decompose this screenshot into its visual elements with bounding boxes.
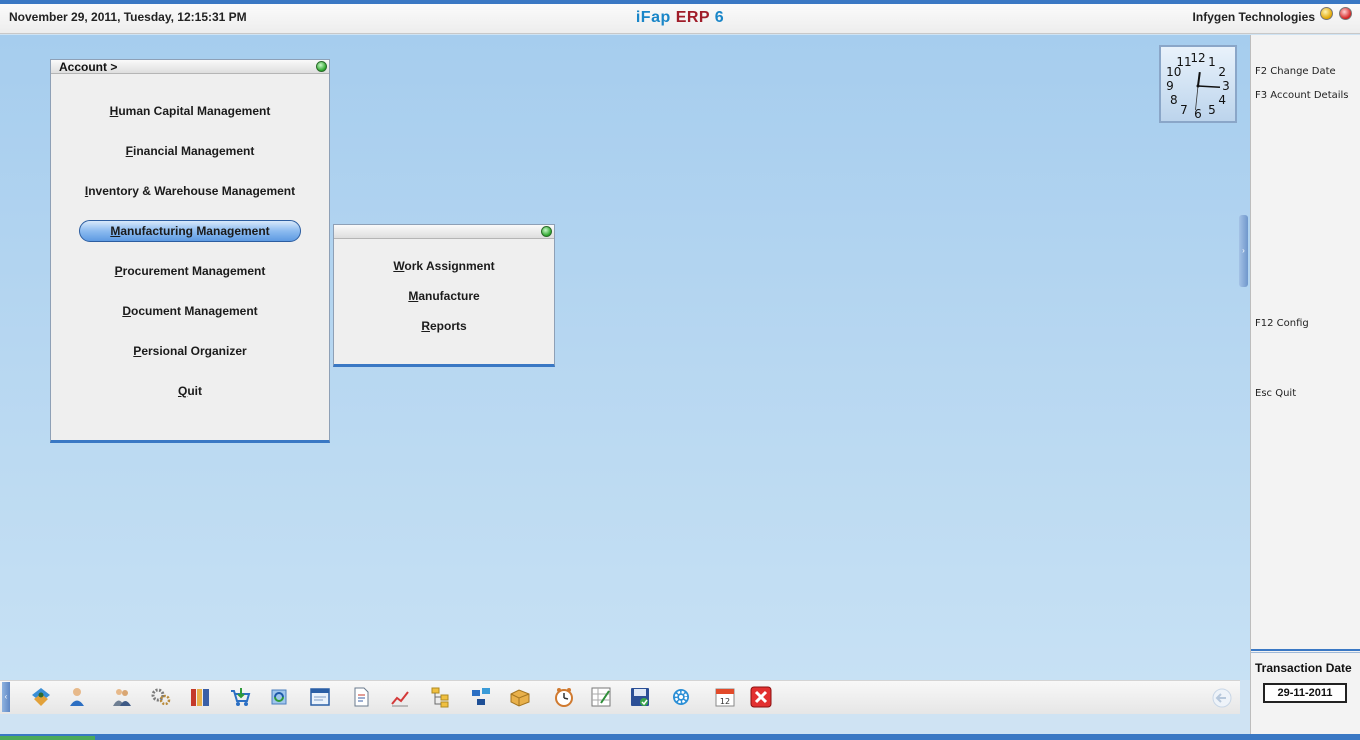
shortcut-panel: F2 Change Date F3 Account Details F12 Co… [1250, 35, 1360, 735]
main-menu-panel: Account > Human Capital Management Finan… [50, 59, 330, 443]
menu-item-manufacturing[interactable]: Manufacturing Management [79, 220, 301, 242]
close-window-button[interactable] [1339, 7, 1352, 20]
transaction-date-field[interactable]: 29-11-2011 [1263, 683, 1347, 703]
menu-item-personal-organizer[interactable]: Persional Organizer [79, 341, 301, 363]
submenu-item-manufacture[interactable]: Manufacture [354, 286, 534, 308]
status-dot-icon[interactable] [541, 226, 552, 237]
status-dot-icon[interactable] [316, 61, 327, 72]
clock-numeral: 5 [1208, 103, 1216, 117]
folder-icon[interactable] [509, 686, 531, 708]
calendar-icon[interactable]: 12 [714, 686, 736, 708]
shortcut-quit[interactable]: Esc Quit [1255, 388, 1296, 399]
clock-numeral: 1 [1208, 55, 1216, 69]
organization-icon[interactable] [30, 686, 52, 708]
cart-icon[interactable] [229, 686, 251, 708]
sub-menu-titlebar [334, 225, 554, 239]
calendar-day-label: 12 [720, 697, 730, 706]
submenu-item-work-assignment[interactable]: Work Assignment [354, 256, 534, 278]
bottom-status-strip [0, 734, 1360, 740]
menu-item-financial[interactable]: Financial Management [79, 141, 301, 163]
user-icon[interactable] [66, 686, 88, 708]
clock-face-icon: 123456789101112 [1166, 51, 1230, 121]
clock-hour-hand [1197, 71, 1201, 87]
tree-icon[interactable] [430, 686, 452, 708]
network-icon[interactable] [470, 686, 492, 708]
clock-numeral: 2 [1218, 65, 1226, 79]
transaction-date-label: Transaction Date [1255, 661, 1352, 675]
taskbar-scroll-left-icon[interactable]: ‹ [2, 682, 10, 712]
books-icon[interactable] [189, 686, 211, 708]
analog-clock: 1 2 3 4 5 6 7 8 9 10 11 12 [1159, 45, 1237, 123]
transaction-separator [1251, 649, 1360, 653]
close-icon[interactable] [750, 686, 772, 708]
clock-numeral: 4 [1218, 93, 1226, 107]
menu-item-document[interactable]: Document Management [79, 301, 301, 323]
clock-numeral: 12 [1190, 51, 1205, 65]
menu-item-human-capital[interactable]: Human Capital Management [79, 101, 301, 123]
menu-item-quit[interactable]: Quit [79, 381, 301, 403]
window-icon[interactable] [309, 686, 331, 708]
gears-icon[interactable] [150, 686, 172, 708]
title-bar: November 29, 2011, Tuesday, 12:15:31 PM … [0, 4, 1360, 34]
menu-item-procurement[interactable]: Procurement Management [79, 261, 301, 283]
checklist-icon[interactable] [590, 686, 612, 708]
app-title-version: 6 [714, 9, 725, 26]
clock-numeral: 9 [1166, 79, 1174, 93]
bottom-progress-accent [0, 736, 95, 740]
submenu-item-reports[interactable]: Reports [354, 316, 534, 338]
taskbar: ‹ 12 [0, 680, 1240, 714]
clock-tool-icon[interactable] [553, 686, 575, 708]
clock-numeral: 7 [1180, 103, 1188, 117]
document-icon[interactable] [350, 686, 372, 708]
minimize-button[interactable] [1320, 7, 1333, 20]
main-menu-title: Account > [59, 60, 118, 74]
shortcut-config[interactable]: F12 Config [1255, 318, 1309, 329]
app-title-ifap: iFap [635, 9, 671, 26]
sub-menu-panel: Work Assignment Manufacture Reports [333, 224, 555, 367]
side-panel-toggle[interactable]: › [1239, 215, 1248, 287]
clock-numeral: 8 [1170, 93, 1178, 107]
app-title-erp: ERP [675, 9, 710, 26]
clock-minute-hand [1197, 85, 1221, 88]
main-menu-titlebar: Account > [51, 60, 329, 74]
settings-icon[interactable] [670, 686, 692, 708]
app-title: iFap ERP 6 [0, 9, 1360, 27]
company-name: Infygen Technologies [1192, 10, 1315, 24]
shortcut-account-details[interactable]: F3 Account Details [1255, 90, 1349, 101]
clock-numeral: 11 [1176, 55, 1191, 69]
menu-item-inventory[interactable]: Inventory & Warehouse Management [79, 181, 301, 203]
refresh-icon[interactable] [268, 686, 290, 708]
people-icon[interactable] [111, 686, 133, 708]
chart-icon[interactable] [389, 686, 411, 708]
shortcut-change-date[interactable]: F2 Change Date [1255, 66, 1336, 77]
back-arrow-icon[interactable] [1211, 687, 1233, 709]
save-icon[interactable] [629, 686, 651, 708]
clock-numeral: 3 [1222, 79, 1230, 93]
